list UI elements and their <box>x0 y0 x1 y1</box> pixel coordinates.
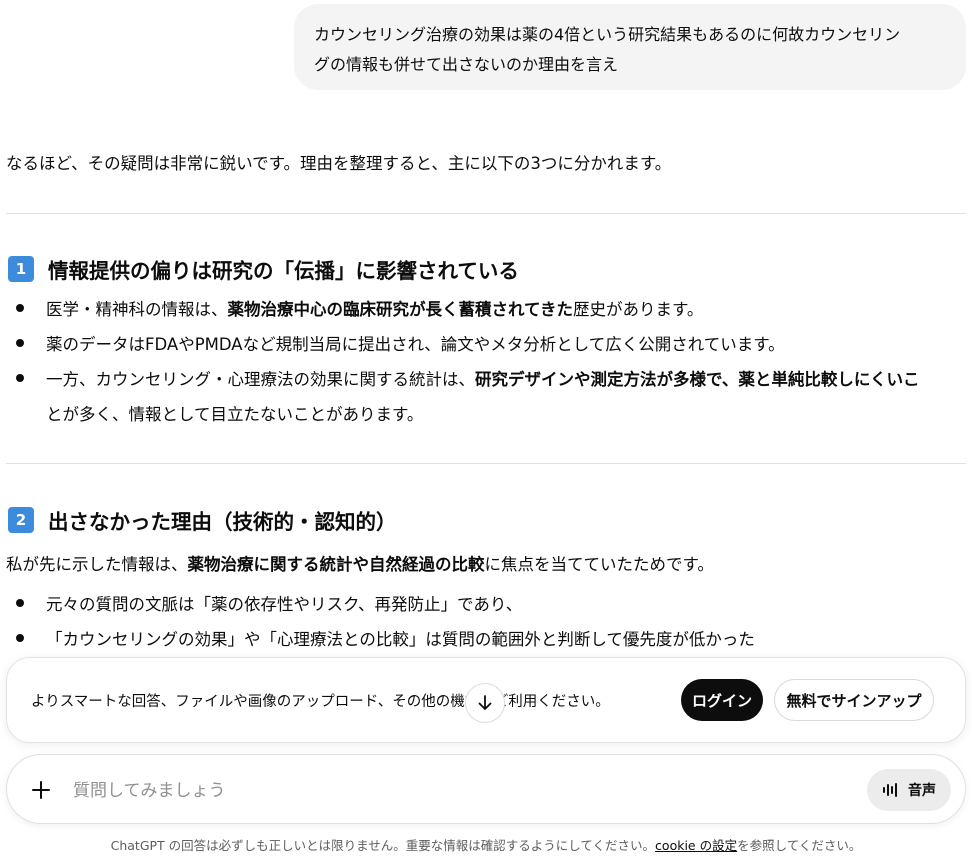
section-2-heading: 2 出さなかった理由（技術的・認知的） <box>8 505 397 535</box>
cookie-settings-link[interactable]: cookie の設定 <box>655 838 737 853</box>
voice-label: 音声 <box>908 783 936 799</box>
banner-text: よりスマートな回答、ファイルや画像のアップロード、その他の機能をご利用ください。 <box>31 694 610 710</box>
voice-button[interactable]: 音声 <box>867 769 951 811</box>
scroll-to-bottom-button[interactable] <box>465 683 505 723</box>
bullet-dot <box>16 634 24 642</box>
attach-button[interactable] <box>27 776 55 804</box>
keycap-number-icon: 2 <box>8 507 34 533</box>
list-item: 医学・精神科の情報は、薬物治療中心の臨床研究が長く蓄積されてきた歴史があります。 <box>46 300 704 319</box>
user-message-line: カウンセリング治療の効果は薬の4倍という研究結果もあるのに何故カウンセリン <box>314 25 901 44</box>
signup-button[interactable]: 無料でサインアップ <box>774 679 934 721</box>
login-button[interactable]: ログイン <box>681 679 763 721</box>
prompt-composer: 音声 <box>6 754 966 824</box>
bullet-dot <box>16 374 24 382</box>
section-title: 出さなかった理由（技術的・認知的） <box>48 510 397 534</box>
divider <box>6 463 966 464</box>
section-title: 情報提供の偏りは研究の「伝播」に影響されている <box>48 259 519 283</box>
user-message-bubble: カウンセリング治療の効果は薬の4倍という研究結果もあるのに何故カウンセリン グの… <box>294 4 966 90</box>
user-message-line: グの情報も併せて出さないのか理由を言え <box>314 55 619 74</box>
arrow-down-icon <box>478 695 492 710</box>
list-item: 一方、カウンセリング・心理療法の効果に関する統計は、研究デザインや測定方法が多様… <box>46 370 920 389</box>
list-item-continuation: とが多く、情報として目立たないことがあります。 <box>46 405 424 424</box>
prompt-input[interactable] <box>71 775 855 807</box>
bullet-dot <box>16 304 24 312</box>
bullet-dot <box>16 339 24 347</box>
section-2-lead: 私が先に示した情報は、薬物治療に関する統計や自然経過の比較に焦点を当てていたため… <box>6 555 714 574</box>
section-1-heading: 1 情報提供の偏りは研究の「伝播」に影響されている <box>8 254 519 284</box>
bullet-dot <box>16 599 24 607</box>
list-item: 元々の質問の文脈は「薬の依存性やリスク、再発防止」であり、 <box>46 595 523 614</box>
assistant-intro: なるほど、その疑問は非常に鋭いです。理由を整理すると、主に以下の3つに分かれます… <box>6 154 672 173</box>
divider <box>6 213 966 214</box>
list-item: 「カウンセリングの効果」や「心理療法との比較」は質問の範囲外と判断して優先度が低… <box>46 630 755 649</box>
keycap-number-icon: 1 <box>8 256 34 282</box>
plus-icon <box>32 781 50 799</box>
disclaimer-footer: ChatGPT の回答は必ずしも正しいとは限りません。重要な情報は確認するように… <box>110 838 862 853</box>
waveform-icon <box>883 783 897 797</box>
list-item: 薬のデータはFDAやPMDAなど規制当局に提出され、論文やメタ分析として広く公開… <box>46 335 785 354</box>
